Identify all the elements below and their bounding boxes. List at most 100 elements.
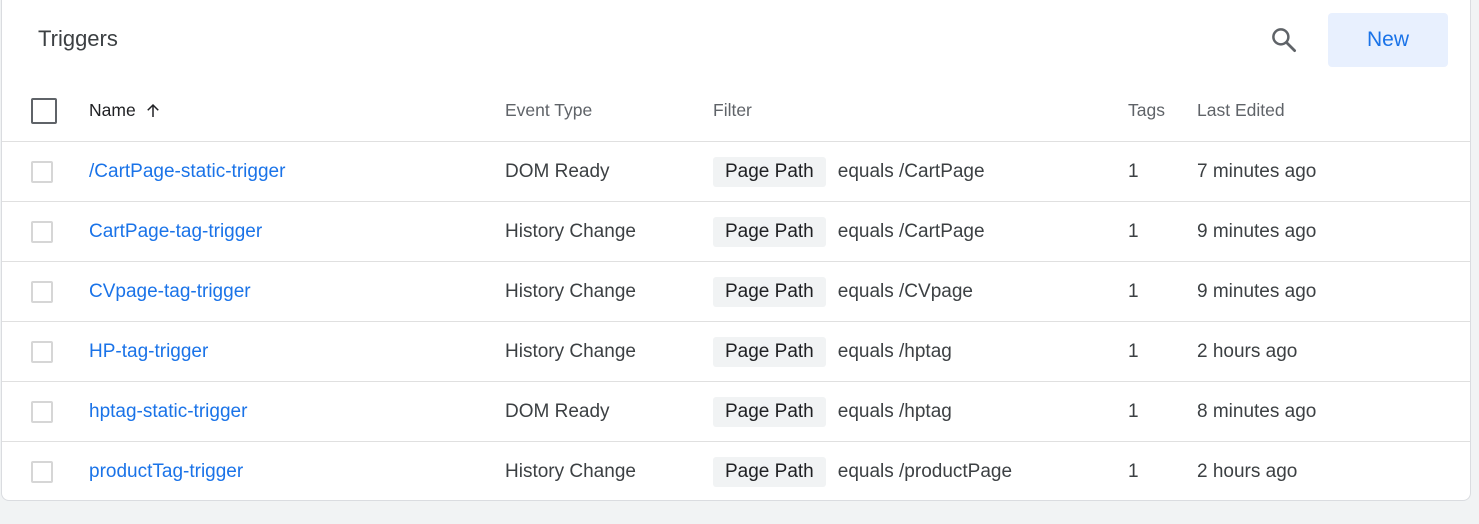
select-all-checkbox[interactable] <box>31 97 57 124</box>
filter-cell: Page Path equals /hptag <box>713 382 952 441</box>
tags-count: 1 <box>1128 160 1139 182</box>
event-type-cell: DOM Ready <box>505 142 610 201</box>
table-row[interactable]: /CartPage-static-trigger DOM Ready Page … <box>2 142 1470 202</box>
row-checkbox-cell <box>31 382 53 441</box>
last-edited: 2 hours ago <box>1197 461 1298 482</box>
tags-count: 1 <box>1128 280 1139 302</box>
filter-variable-chip[interactable]: Page Path <box>713 276 826 307</box>
row-checkbox-cell <box>31 202 53 261</box>
tags-cell: 1 <box>1128 382 1139 441</box>
event-type: History Change <box>505 461 636 482</box>
trigger-name-link[interactable]: CartPage-tag-trigger <box>89 221 262 243</box>
tags-cell: 1 <box>1128 142 1139 201</box>
row-checkbox-cell <box>31 142 53 201</box>
select-all-cell <box>31 80 57 141</box>
event-type-cell: History Change <box>505 322 636 381</box>
tags-count: 1 <box>1128 461 1139 482</box>
last-edited-cell: 2 hours ago <box>1197 442 1297 502</box>
last-edited-cell: 2 hours ago <box>1197 322 1297 381</box>
event-type-cell: History Change <box>505 442 636 502</box>
trigger-name-cell: CartPage-tag-trigger <box>89 202 262 261</box>
filter-condition: equals /hptag <box>837 340 952 362</box>
trigger-name-cell: productTag-trigger <box>89 442 243 502</box>
trigger-name-link[interactable]: productTag-trigger <box>89 461 243 483</box>
event-type: DOM Ready <box>505 400 610 422</box>
filter-variable-chip[interactable]: Page Path <box>713 336 826 367</box>
last-edited: 7 minutes ago <box>1197 160 1317 182</box>
column-header-last-edited[interactable]: Last Edited <box>1197 80 1285 141</box>
trigger-name-link[interactable]: /CartPage-static-trigger <box>89 161 285 183</box>
filter-cell: Page Path equals /CVpage <box>713 262 973 321</box>
last-edited: 9 minutes ago <box>1197 280 1317 302</box>
filter-variable-chip[interactable]: Page Path <box>713 216 826 247</box>
filter-condition: equals /CVpage <box>837 280 973 302</box>
row-checkbox[interactable] <box>31 280 53 303</box>
tags-cell: 1 <box>1128 322 1139 381</box>
page-title: Triggers <box>38 26 118 51</box>
event-type-cell: History Change <box>505 202 636 261</box>
filter-condition: equals /hptag <box>837 400 952 422</box>
last-edited: 9 minutes ago <box>1197 220 1317 242</box>
event-type: History Change <box>505 280 636 302</box>
filter-condition: equals /productPage <box>837 461 1013 482</box>
event-type-cell: DOM Ready <box>505 382 610 441</box>
triggers-card: Triggers New Name Event Type Filter Tags… <box>1 0 1471 501</box>
last-edited-cell: 9 minutes ago <box>1197 262 1316 321</box>
new-button[interactable]: New <box>1328 13 1448 67</box>
filter-variable-chip[interactable]: Page Path <box>713 396 826 427</box>
table-row[interactable]: productTag-trigger History Change Page P… <box>2 442 1470 502</box>
trigger-name-link[interactable]: HP-tag-trigger <box>89 341 208 363</box>
filter-cell: Page Path equals /hptag <box>713 322 952 381</box>
arrow-up-icon[interactable] <box>144 102 162 120</box>
column-header-tags[interactable]: Tags <box>1128 80 1165 141</box>
last-edited-cell: 9 minutes ago <box>1197 202 1316 261</box>
event-type-cell: History Change <box>505 262 636 321</box>
column-header-name-label: Name <box>89 100 136 120</box>
column-header-filter[interactable]: Filter <box>713 80 752 141</box>
table-row[interactable]: HP-tag-trigger History Change Page Path … <box>2 322 1470 382</box>
tags-cell: 1 <box>1128 202 1139 261</box>
table-row[interactable]: CVpage-tag-trigger History Change Page P… <box>2 262 1470 322</box>
trigger-name-link[interactable]: hptag-static-trigger <box>89 401 247 423</box>
trigger-name-cell: HP-tag-trigger <box>89 322 208 381</box>
tags-cell: 1 <box>1128 442 1139 502</box>
table-row[interactable]: CartPage-tag-trigger History Change Page… <box>2 202 1470 262</box>
trigger-name-cell: /CartPage-static-trigger <box>89 142 285 201</box>
tags-count: 1 <box>1128 340 1139 362</box>
event-type: History Change <box>505 340 636 362</box>
table-header-row: Name Event Type Filter Tags Last Edited <box>2 80 1470 142</box>
trigger-name-cell: CVpage-tag-trigger <box>89 262 251 321</box>
trigger-name-cell: hptag-static-trigger <box>89 382 247 441</box>
filter-cell: Page Path equals /CartPage <box>713 202 985 261</box>
last-edited-cell: 7 minutes ago <box>1197 142 1316 201</box>
last-edited: 2 hours ago <box>1197 340 1298 362</box>
search-icon <box>1272 28 1296 52</box>
table-row[interactable]: hptag-static-trigger DOM Ready Page Path… <box>2 382 1470 442</box>
row-checkbox[interactable] <box>31 400 53 423</box>
event-type: History Change <box>505 220 636 242</box>
table-body: /CartPage-static-trigger DOM Ready Page … <box>2 142 1470 502</box>
row-checkbox-cell <box>31 262 53 321</box>
filter-variable-chip[interactable]: Page Path <box>713 457 826 487</box>
row-checkbox[interactable] <box>31 461 53 483</box>
filter-cell: Page Path equals /CartPage <box>713 142 985 201</box>
tags-count: 1 <box>1128 220 1139 242</box>
tags-count: 1 <box>1128 400 1139 422</box>
column-header-name[interactable]: Name <box>89 80 162 141</box>
last-edited-cell: 8 minutes ago <box>1197 382 1316 441</box>
card-header: Triggers New <box>2 0 1470 80</box>
row-checkbox[interactable] <box>31 220 53 243</box>
filter-variable-chip[interactable]: Page Path <box>713 156 826 187</box>
trigger-name-link[interactable]: CVpage-tag-trigger <box>89 281 251 303</box>
filter-condition: equals /CartPage <box>837 220 985 242</box>
search-button[interactable] <box>1266 22 1302 58</box>
filter-cell: Page Path equals /productPage <box>713 442 1012 502</box>
row-checkbox[interactable] <box>31 340 53 363</box>
last-edited: 8 minutes ago <box>1197 400 1317 422</box>
tags-cell: 1 <box>1128 262 1139 321</box>
column-header-event-type[interactable]: Event Type <box>505 80 592 141</box>
row-checkbox-cell <box>31 442 53 502</box>
row-checkbox-cell <box>31 322 53 381</box>
filter-condition: equals /CartPage <box>837 160 985 182</box>
row-checkbox[interactable] <box>31 160 53 183</box>
